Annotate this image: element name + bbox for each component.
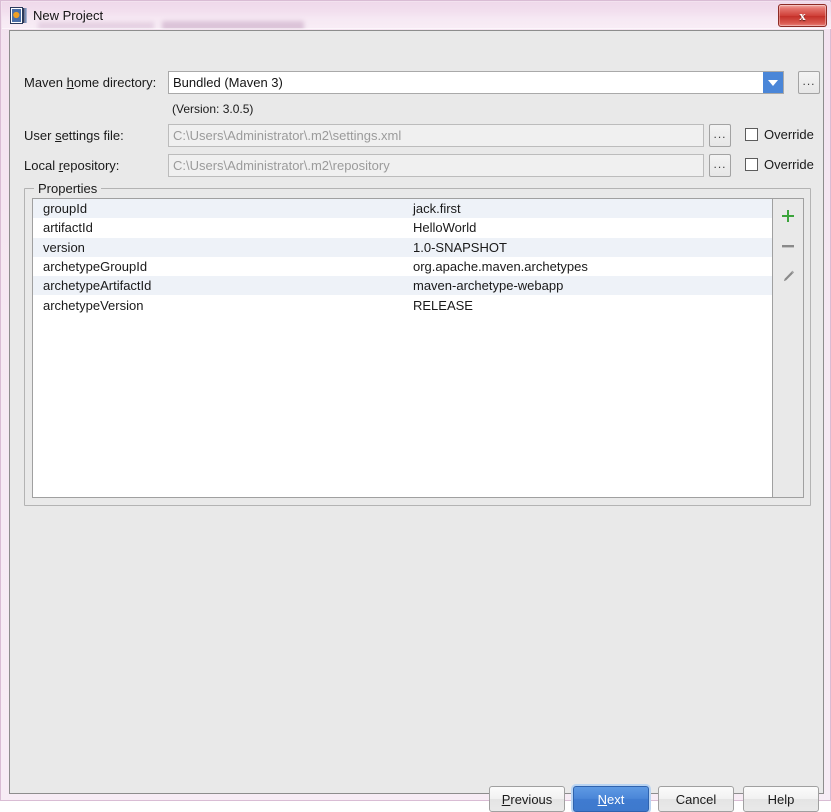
- property-key: archetypeGroupId: [43, 259, 148, 275]
- table-row[interactable]: version 1.0-SNAPSHOT: [33, 237, 772, 257]
- browse-user-settings-button[interactable]: ...: [709, 124, 731, 147]
- property-key: groupId: [43, 201, 88, 217]
- override-user-settings-checkbox[interactable]: Override: [745, 127, 814, 142]
- properties-table: groupId jack.first artifactId HelloWorld ver…: [32, 198, 804, 498]
- background-artifact: [38, 22, 154, 29]
- dialog-content: Maven home directory: Bundled (Maven 3) …: [9, 30, 824, 812]
- properties-legend: Properties: [34, 181, 102, 196]
- minus-icon[interactable]: [777, 236, 799, 256]
- maven-version-note: (Version: 3.0.5): [172, 102, 254, 116]
- property-value: org.apache.maven.archetypes: [413, 259, 588, 275]
- table-row[interactable]: archetypeVersion RELEASE: [33, 295, 772, 314]
- chevron-down-icon[interactable]: [763, 72, 783, 93]
- title-bar: New Project x: [2, 2, 831, 29]
- property-value: RELEASE: [413, 297, 473, 313]
- user-settings-input[interactable]: C:\Users\Administrator\.m2\settings.xml: [168, 124, 704, 147]
- cancel-button[interactable]: Cancel: [658, 786, 734, 812]
- browse-local-repository-button[interactable]: ...: [709, 154, 731, 177]
- property-value: HelloWorld: [413, 220, 477, 236]
- override-user-settings-label: Override: [764, 127, 814, 142]
- table-row[interactable]: artifactId HelloWorld: [33, 218, 772, 237]
- background-artifact-2: [162, 21, 304, 29]
- property-value: jack.first: [413, 201, 461, 217]
- local-repository-input[interactable]: C:\Users\Administrator\.m2\repository: [168, 154, 704, 177]
- property-key: archetypeArtifactId: [43, 278, 152, 294]
- maven-home-combo-input[interactable]: Bundled (Maven 3): [168, 71, 784, 94]
- window-title: New Project: [33, 8, 104, 23]
- checkbox-box[interactable]: [745, 158, 758, 171]
- maven-home-value: Bundled (Maven 3): [173, 75, 283, 90]
- close-button[interactable]: x: [778, 4, 827, 27]
- pencil-icon[interactable]: [777, 266, 799, 286]
- table-row[interactable]: archetypeArtifactId maven-archetype-webap…: [33, 276, 772, 296]
- intellij-idea-icon: [10, 7, 27, 24]
- user-settings-value: C:\Users\Administrator\.m2\settings.xml: [173, 128, 402, 143]
- property-value: 1.0-SNAPSHOT: [413, 239, 507, 255]
- previous-button[interactable]: Previous: [489, 786, 565, 812]
- local-repository-label: Local repository:: [24, 158, 120, 173]
- help-button[interactable]: Help: [743, 786, 819, 812]
- override-local-repository-label: Override: [764, 157, 814, 172]
- property-key: version: [43, 239, 85, 255]
- new-project-dialog-window: New Project x Maven home directory: Bund…: [0, 0, 831, 812]
- maven-home-label: Maven home directory:: [24, 75, 157, 90]
- close-icon: x: [799, 8, 806, 23]
- property-key: artifactId: [43, 220, 93, 236]
- next-button[interactable]: Next: [573, 786, 649, 812]
- properties-table-toolbar: [772, 199, 803, 497]
- browse-maven-home-button[interactable]: ...: [798, 71, 820, 94]
- property-key: archetypeVersion: [43, 297, 144, 313]
- local-repository-value: C:\Users\Administrator\.m2\repository: [173, 158, 390, 173]
- plus-icon[interactable]: [777, 206, 799, 226]
- properties-table-rows: groupId jack.first artifactId HelloWorld ver…: [33, 199, 772, 497]
- override-local-repository-checkbox[interactable]: Override: [745, 157, 814, 172]
- user-settings-label: User settings file:: [24, 128, 124, 143]
- property-value: maven-archetype-webapp: [413, 278, 564, 294]
- table-row[interactable]: archetypeGroupId org.apache.maven.archety…: [33, 257, 772, 276]
- table-row[interactable]: groupId jack.first: [33, 199, 772, 219]
- checkbox-box[interactable]: [745, 128, 758, 141]
